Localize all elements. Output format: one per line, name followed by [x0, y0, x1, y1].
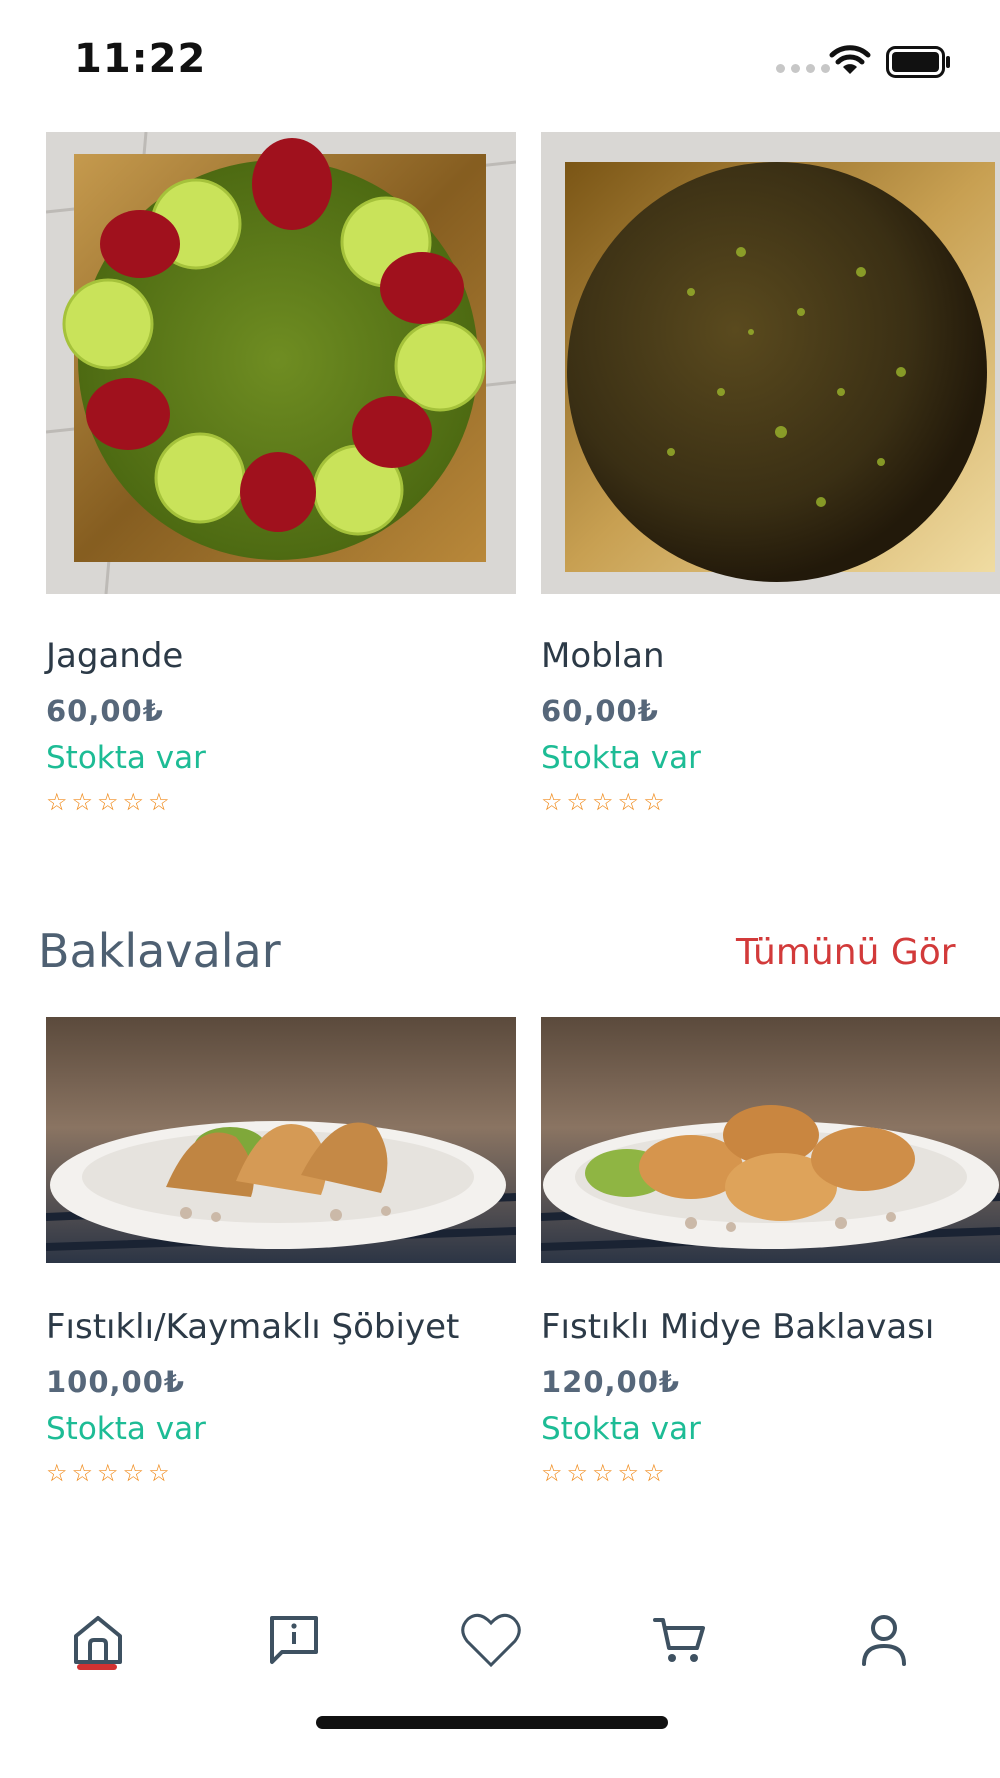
star-icon: ☆: [541, 788, 563, 816]
product-image-sobiyet: [46, 1017, 516, 1263]
product-stock-status: Stokta var: [541, 740, 701, 776]
product-card[interactable]: Fıstıklı/Kaymaklı Şöbiyet 100,00₺ Stokta…: [46, 1017, 516, 1497]
product-rating: ☆ ☆ ☆ ☆ ☆: [541, 1459, 665, 1487]
tab-cart[interactable]: [640, 1600, 720, 1680]
star-icon: ☆: [46, 788, 68, 816]
product-price: 120,00₺: [541, 1365, 681, 1399]
product-stock-status: Stokta var: [46, 740, 206, 776]
star-icon: ☆: [148, 1459, 170, 1487]
star-icon: ☆: [97, 788, 119, 816]
product-price: 100,00₺: [46, 1365, 186, 1399]
star-icon: ☆: [122, 1459, 145, 1487]
bottom-tab-bar: [0, 1560, 1000, 1778]
message-alert-icon: [270, 1616, 318, 1664]
status-bar: 11:22: [0, 0, 1000, 120]
section-title: Baklavalar: [38, 924, 281, 978]
profile-icon: [862, 1615, 906, 1666]
product-image-jagande: [46, 132, 516, 594]
product-name: Jagande: [46, 636, 184, 676]
wifi-icon: [829, 45, 871, 74]
product-card[interactable]: Jagande 60,00₺ Stokta var ☆ ☆ ☆ ☆ ☆: [46, 132, 516, 822]
product-image-moblan: [541, 132, 1000, 594]
product-rating: ☆ ☆ ☆ ☆ ☆: [46, 1459, 170, 1487]
product-name: Fıstıklı/Kaymaklı Şöbiyet: [46, 1307, 460, 1347]
status-time: 11:22: [74, 36, 207, 82]
cart-icon: [653, 1618, 705, 1662]
product-price: 60,00₺: [541, 694, 659, 728]
star-icon: ☆: [97, 1459, 119, 1487]
product-name: Moblan: [541, 636, 665, 676]
product-name: Fıstıklı Midye Baklavası: [541, 1307, 935, 1347]
cellular-signal-icon: [776, 64, 830, 73]
tab-favorites[interactable]: [451, 1600, 531, 1680]
battery-icon: [886, 46, 950, 78]
star-icon: ☆: [46, 1459, 68, 1487]
star-icon: ☆: [592, 788, 614, 816]
star-icon: ☆: [566, 1459, 589, 1487]
star-icon: ☆: [541, 1459, 563, 1487]
home-icon: [74, 1616, 122, 1664]
star-icon: ☆: [643, 788, 665, 816]
product-rating: ☆ ☆ ☆ ☆ ☆: [46, 788, 170, 816]
product-card[interactable]: Fıstıklı Midye Baklavası 120,00₺ Stokta …: [541, 1017, 1000, 1497]
product-stock-status: Stokta var: [541, 1411, 701, 1447]
heart-icon: [461, 1613, 521, 1668]
star-icon: ☆: [617, 1459, 640, 1487]
star-icon: ☆: [148, 788, 170, 816]
star-icon: ☆: [71, 1459, 94, 1487]
active-tab-indicator: [77, 1664, 117, 1670]
star-icon: ☆: [617, 788, 640, 816]
product-image-midye-baklavasi: [541, 1017, 1000, 1263]
star-icon: ☆: [122, 788, 145, 816]
home-indicator[interactable]: [316, 1716, 668, 1729]
star-icon: ☆: [71, 788, 94, 816]
product-stock-status: Stokta var: [46, 1411, 206, 1447]
star-icon: ☆: [643, 1459, 665, 1487]
product-price: 60,00₺: [46, 694, 164, 728]
product-rating: ☆ ☆ ☆ ☆ ☆: [541, 788, 665, 816]
tab-profile[interactable]: [844, 1600, 924, 1680]
see-all-link[interactable]: Tümünü Gör: [736, 932, 956, 973]
star-icon: ☆: [566, 788, 589, 816]
product-card[interactable]: Moblan 60,00₺ Stokta var ☆ ☆ ☆ ☆ ☆: [541, 132, 1000, 822]
tab-messages[interactable]: [254, 1600, 334, 1680]
star-icon: ☆: [592, 1459, 614, 1487]
